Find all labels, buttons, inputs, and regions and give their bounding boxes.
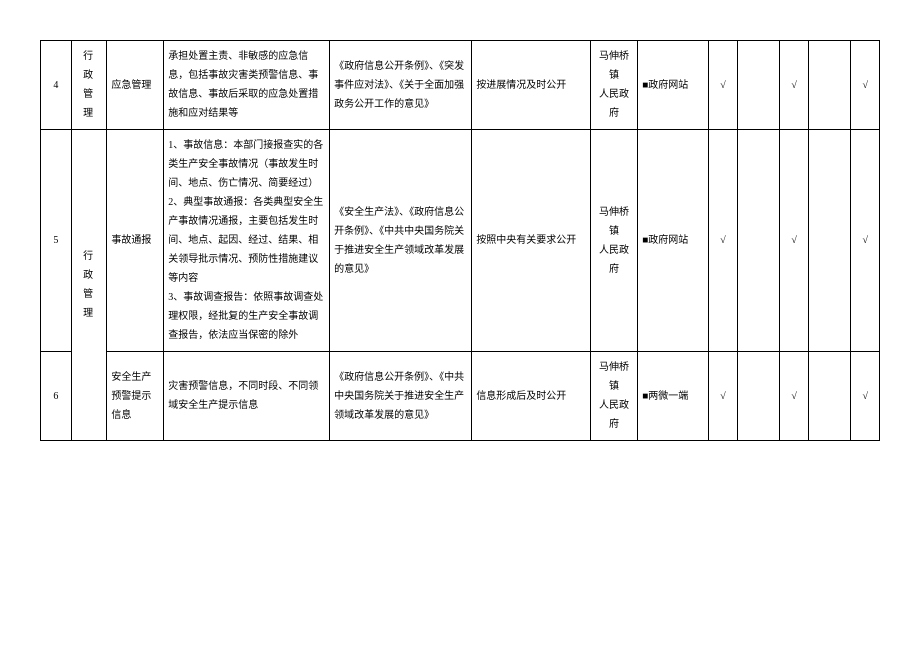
check-1: √ <box>709 41 737 130</box>
row-org: 马伸桥镇 人民政府 <box>590 352 637 441</box>
row-org: 马伸桥镇 人民政府 <box>590 41 637 130</box>
row-timing: 按照中央有关要求公开 <box>472 130 591 352</box>
row-content: 灾害预警信息，不同时段、不同领域安全生产提示信息 <box>164 352 330 441</box>
row-timing: 信息形成后及时公开 <box>472 352 591 441</box>
disclosure-table: 4 行 政 管 理 应急管理 承担处置主责、非敏感的应急信息，包括事故灾害类预警… <box>40 40 880 441</box>
row-channel: ■两微一端 <box>638 352 709 441</box>
check-3: √ <box>780 352 808 441</box>
check-1: √ <box>709 352 737 441</box>
row-category: 行 政 管 理 <box>71 41 107 130</box>
row-category: 行 政 管 理 <box>71 130 107 441</box>
row-channel: ■政府网站 <box>638 41 709 130</box>
check-4 <box>808 352 851 441</box>
row-item: 事故通报 <box>107 130 164 352</box>
row-timing: 按进展情况及时公开 <box>472 41 591 130</box>
check-5: √ <box>851 41 880 130</box>
check-1: √ <box>709 130 737 352</box>
check-3: √ <box>780 130 808 352</box>
check-3: √ <box>780 41 808 130</box>
check-2 <box>737 352 780 441</box>
row-number: 6 <box>41 352 72 441</box>
check-4 <box>808 41 851 130</box>
row-content: 承担处置主责、非敏感的应急信息，包括事故灾害类预警信息、事故信息、事故后采取的应… <box>164 41 330 130</box>
row-number: 5 <box>41 130 72 352</box>
row-basis: 《政府信息公开条例》、《突发事件应对法》、《关于全面加强政务公开工作的意见》 <box>330 41 472 130</box>
check-4 <box>808 130 851 352</box>
table-row: 6 安全生产 预警提示 信息 灾害预警信息，不同时段、不同领域安全生产提示信息 … <box>41 352 880 441</box>
row-org: 马伸桥镇 人民政府 <box>590 130 637 352</box>
table-row: 4 行 政 管 理 应急管理 承担处置主责、非敏感的应急信息，包括事故灾害类预警… <box>41 41 880 130</box>
check-2 <box>737 41 780 130</box>
row-item: 应急管理 <box>107 41 164 130</box>
check-5: √ <box>851 352 880 441</box>
check-5: √ <box>851 130 880 352</box>
row-number: 4 <box>41 41 72 130</box>
table-row: 5 行 政 管 理 事故通报 1、事故信息：本部门接报查实的各类生产安全事故情况… <box>41 130 880 352</box>
check-2 <box>737 130 780 352</box>
row-item: 安全生产 预警提示 信息 <box>107 352 164 441</box>
row-basis: 《政府信息公开条例》、《中共中央国务院关于推进安全生产领域改革发展的意见》 <box>330 352 472 441</box>
row-channel: ■政府网站 <box>638 130 709 352</box>
row-basis: 《安全生产法》、《政府信息公开条例》、《中共中央国务院关于推进安全生产领域改革发… <box>330 130 472 352</box>
row-content: 1、事故信息：本部门接报查实的各类生产安全事故情况（事故发生时间、地点、伤亡情况… <box>164 130 330 352</box>
